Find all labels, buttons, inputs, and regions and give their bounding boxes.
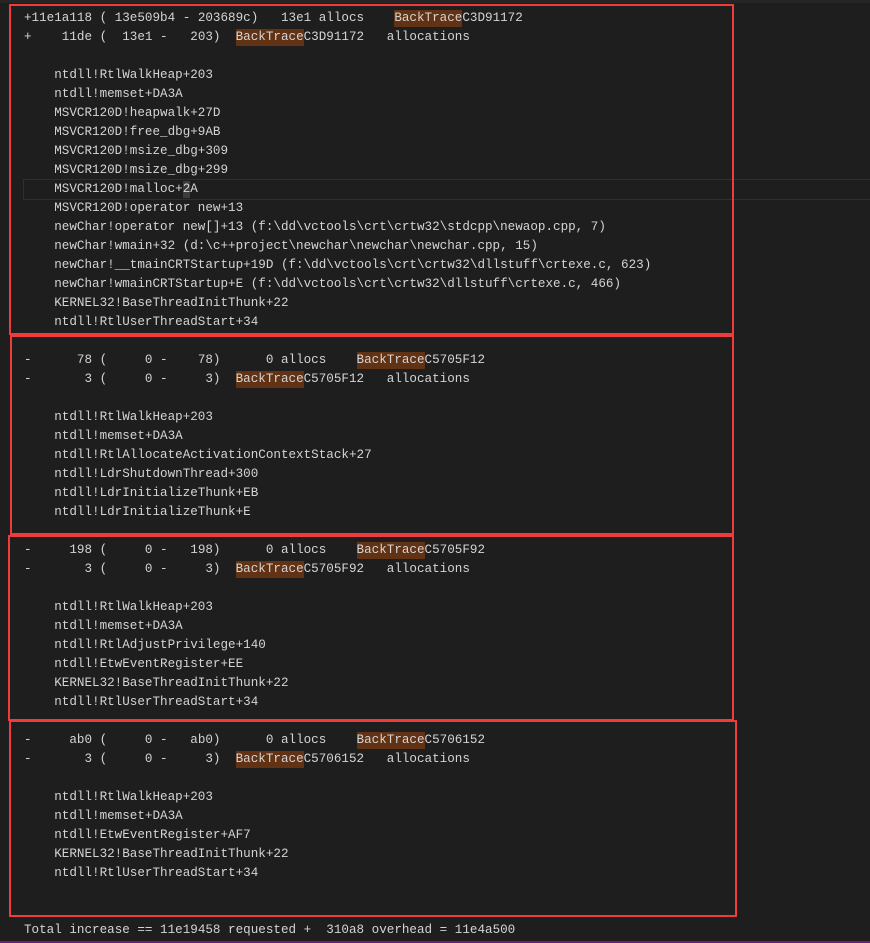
stack-frame-line-text: newChar!wmain+32 (d:\c++project\newchar\… — [54, 239, 538, 253]
stack-frame-line: ntdll!memset+DA3A — [24, 617, 870, 636]
stack-frame-line: ntdll!LdrInitializeThunk+E — [24, 503, 870, 522]
stack-frame-line: ntdll!LdrInitializeThunk+EB — [24, 484, 870, 503]
stack-frame-line: newChar!__tmainCRTStartup+19D (f:\dd\vct… — [24, 256, 870, 275]
stack-frame-line-text: ntdll!LdrInitializeThunk+E — [54, 505, 251, 519]
stack-frame-line-text: ntdll!LdrShutdownThread+300 — [54, 467, 259, 481]
stack-frame-line-text: ntdll!LdrInitializeThunk+EB — [54, 486, 259, 500]
allocation-summary-line-text: - 3 ( 0 - 3) BackTraceC5705F12 allocatio… — [24, 372, 470, 386]
stack-frame-line-text: newChar!wmainCRTStartup+E (f:\dd\vctools… — [54, 277, 622, 291]
stack-frame-line: ntdll!memset+DA3A — [24, 85, 870, 104]
stack-frame-line: newChar!wmainCRTStartup+E (f:\dd\vctools… — [24, 275, 870, 294]
stack-frame-line-text: ntdll!EtwEventRegister+EE — [54, 657, 244, 671]
stack-frame-line-text: ntdll!RtlUserThreadStart+34 — [54, 866, 259, 880]
allocation-summary-line: - 3 ( 0 - 3) BackTraceC5705F12 allocatio… — [24, 370, 870, 389]
stack-frame-line-text: ntdll!RtlWalkHeap+203 — [54, 410, 213, 424]
allocation-summary-line: - 198 ( 0 - 198) 0 allocs BackTraceC5705… — [24, 541, 870, 560]
stack-frame-line: ntdll!RtlUserThreadStart+34 — [24, 313, 870, 332]
stack-frame-line-text: MSVCR120D!heapwalk+27D — [54, 106, 221, 120]
stack-frame-line-text: ntdll!RtlUserThreadStart+34 — [54, 315, 259, 329]
stack-frame-line: ntdll!RtlAllocateActivationContextStack+… — [24, 446, 870, 465]
stack-frame-line: ntdll!memset+DA3A — [24, 427, 870, 446]
stack-frame-line-text: MSVCR120D!free_dbg+9AB — [54, 125, 221, 139]
stack-frame-line: ntdll!RtlUserThreadStart+34 — [24, 864, 870, 883]
stack-frame-line-text: ntdll!RtlWalkHeap+203 — [54, 790, 213, 804]
stack-frame-line-text: MSVCR120D!operator new+13 — [54, 201, 244, 215]
stack-frame-line-text: newChar!operator new[]+13 (f:\dd\vctools… — [54, 220, 606, 234]
allocation-summary-line: + 11de ( 13e1 - 203) BackTraceC3D91172 a… — [24, 28, 870, 47]
allocation-summary-line-text: +11e1a118 ( 13e509b4 - 203689c) 13e1 all… — [24, 11, 523, 25]
text-editor[interactable]: +11e1a118 ( 13e509b4 - 203689c) 13e1 all… — [23, 9, 870, 940]
stack-frame-line-text: newChar!__tmainCRTStartup+19D (f:\dd\vct… — [54, 258, 652, 272]
allocation-summary-line: - 3 ( 0 - 3) BackTraceC5706152 allocatio… — [24, 750, 870, 769]
stack-frame-line: ntdll!LdrShutdownThread+300 — [24, 465, 870, 484]
stack-frame-line-text: ntdll!memset+DA3A — [54, 619, 183, 633]
stack-frame-line-text: ntdll!RtlUserThreadStart+34 — [54, 695, 259, 709]
stack-frame-line-text: ntdll!RtlWalkHeap+203 — [54, 600, 213, 614]
stack-frame-line-text: KERNEL32!BaseThreadInitThunk+22 — [54, 676, 289, 690]
stack-frame-line-text: ntdll!memset+DA3A — [54, 87, 183, 101]
allocation-summary-line-text: - 3 ( 0 - 3) BackTraceC5705F92 allocatio… — [24, 562, 470, 576]
stack-frame-line: ntdll!RtlAdjustPrivilege+140 — [24, 636, 870, 655]
stack-frame-line: newChar!operator new[]+13 (f:\dd\vctools… — [24, 218, 870, 237]
allocation-summary-line: +11e1a118 ( 13e509b4 - 203689c) 13e1 all… — [24, 9, 870, 28]
stack-frame-line: MSVCR120D!msize_dbg+309 — [24, 142, 870, 161]
stack-frame-line: ntdll!EtwEventRegister+AF7 — [24, 826, 870, 845]
stack-frame-line: ntdll!RtlWalkHeap+203 — [24, 788, 870, 807]
stack-frame-line: KERNEL32!BaseThreadInitThunk+22 — [24, 294, 870, 313]
editor-top-bar — [0, 0, 870, 3]
stack-frame-line-text: ntdll!RtlWalkHeap+203 — [54, 68, 213, 82]
allocation-summary-line: - 78 ( 0 - 78) 0 allocs BackTraceC5705F1… — [24, 351, 870, 370]
stack-frame-line-text: ntdll!RtlAdjustPrivilege+140 — [54, 638, 266, 652]
stack-frame-line-text: ntdll!RtlAllocateActivationContextStack+… — [54, 448, 372, 462]
stack-frame-line-text: MSVCR120D!msize_dbg+299 — [54, 163, 229, 177]
stack-frame-line-text: ntdll!memset+DA3A — [54, 809, 183, 823]
allocation-summary-line-text: - 78 ( 0 - 78) 0 allocs BackTraceC5705F1… — [24, 353, 486, 367]
stack-frame-line: ntdll!memset+DA3A — [24, 807, 870, 826]
stack-frame-line-text: ntdll!memset+DA3A — [54, 429, 183, 443]
stack-frame-line: MSVCR120D!msize_dbg+299 — [24, 161, 870, 180]
allocation-summary-line: - ab0 ( 0 - ab0) 0 allocs BackTraceC5706… — [24, 731, 870, 750]
stack-frame-line-text: KERNEL32!BaseThreadInitThunk+22 — [54, 847, 289, 861]
stack-frame-line: ntdll!RtlWalkHeap+203 — [24, 408, 870, 427]
stack-frame-line: KERNEL32!BaseThreadInitThunk+22 — [24, 674, 870, 693]
allocation-summary-line-text: - 198 ( 0 - 198) 0 allocs BackTraceC5705… — [24, 543, 486, 557]
allocation-summary-line-text: + 11de ( 13e1 - 203) BackTraceC3D91172 a… — [24, 30, 470, 44]
allocation-summary-line: - 3 ( 0 - 3) BackTraceC5705F92 allocatio… — [24, 560, 870, 579]
stack-frame-line: newChar!wmain+32 (d:\c++project\newchar\… — [24, 237, 870, 256]
stack-frame-line: MSVCR120D!free_dbg+9AB — [24, 123, 870, 142]
stack-frame-line: ntdll!RtlWalkHeap+203 — [24, 66, 870, 85]
stack-frame-line-text: KERNEL32!BaseThreadInitThunk+22 — [54, 296, 289, 310]
stack-frame-line: KERNEL32!BaseThreadInitThunk+22 — [24, 845, 870, 864]
stack-frame-line: ntdll!RtlUserThreadStart+34 — [24, 693, 870, 712]
stack-frame-line-text: ntdll!EtwEventRegister+AF7 — [54, 828, 251, 842]
stack-frame-line: MSVCR120D!heapwalk+27D — [24, 104, 870, 123]
stack-frame-line-text: MSVCR120D!msize_dbg+309 — [54, 144, 229, 158]
allocation-summary-line-text: - 3 ( 0 - 3) BackTraceC5706152 allocatio… — [24, 752, 470, 766]
allocation-summary-line-text: - ab0 ( 0 - ab0) 0 allocs BackTraceC5706… — [24, 733, 486, 747]
stack-frame-line: ntdll!RtlWalkHeap+203 — [24, 598, 870, 617]
stack-frame-line-text: MSVCR120D!malloc+2A — [54, 182, 198, 196]
total-increase-line-text: Total increase == 11e19458 requested + 3… — [24, 923, 516, 937]
stack-frame-line: ntdll!EtwEventRegister+EE — [24, 655, 870, 674]
stack-frame-line: MSVCR120D!malloc+2A — [23, 179, 870, 200]
stack-frame-line: MSVCR120D!operator new+13 — [24, 199, 870, 218]
total-increase-line: Total increase == 11e19458 requested + 3… — [24, 921, 870, 940]
